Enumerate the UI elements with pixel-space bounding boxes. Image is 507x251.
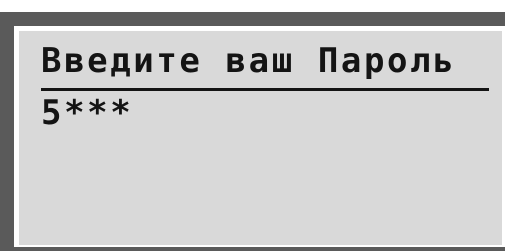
prompt-underline	[41, 88, 489, 91]
password-prompt: Введите ваш Пароль	[41, 41, 457, 81]
lcd-screen: Введите ваш Пароль 5***	[19, 31, 502, 245]
password-field[interactable]: 5***	[41, 93, 133, 133]
